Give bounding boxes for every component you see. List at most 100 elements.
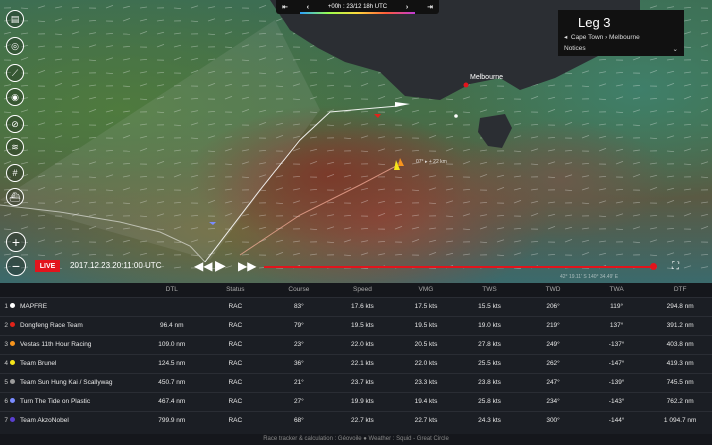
wind-arrow (173, 44, 182, 48)
wind-arrow (173, 266, 182, 269)
column-header[interactable]: TWS (457, 283, 522, 297)
wind-arrow (700, 254, 709, 256)
book-icon[interactable]: ▤ (6, 10, 24, 28)
cell-dtf: 391.2 nm (648, 315, 712, 335)
column-header[interactable]: Course (267, 283, 331, 297)
column-header[interactable]: VMG (394, 283, 458, 297)
team-name[interactable]: Team Brunel (20, 353, 140, 373)
cell-course: 27° (267, 391, 331, 411)
column-header[interactable] (20, 283, 140, 297)
cell-course: 36° (267, 353, 331, 373)
wind-arrow (683, 148, 692, 152)
column-header[interactable]: Speed (330, 283, 395, 297)
wind-arrow (122, 239, 131, 243)
melbourne-marker[interactable] (463, 82, 469, 88)
column-header[interactable]: TWA (584, 283, 649, 297)
column-header[interactable]: Status (203, 283, 268, 297)
wind-arrow (54, 83, 63, 87)
wind-arrow (462, 228, 471, 230)
team-name[interactable]: Vestas 11th Hour Racing (20, 334, 140, 354)
wind-arrow (683, 71, 692, 74)
play-icon[interactable]: ▶ (215, 257, 226, 274)
cell-twd: 219° (521, 315, 585, 335)
wind-arrow (224, 7, 233, 9)
wind-arrow (479, 174, 488, 178)
wind-arrow (479, 109, 488, 113)
table-row[interactable]: 6 Turn The Tide on Plastic 467.4 nm RAC 27° 1… (0, 391, 712, 411)
wind-arrow (71, 241, 80, 243)
team-name[interactable]: Team AkzoNobel (20, 410, 140, 430)
leg-panel[interactable]: Leg 3 ◂ Cape Town › Melbourne Notices ⌄ (558, 10, 684, 56)
ruler-icon[interactable]: ⟋ (6, 64, 24, 82)
wind-arrow (241, 226, 250, 230)
waypoint-marker[interactable] (454, 114, 458, 118)
wind-arrow (241, 32, 250, 35)
step-back-button[interactable]: ‹ (307, 4, 309, 11)
rewind-button[interactable]: ⇤ (282, 3, 288, 11)
team-name[interactable]: MAPFRE (20, 296, 140, 316)
compass-icon[interactable]: ⊘ (6, 115, 24, 133)
wind-arrow (207, 6, 216, 9)
notices-dropdown[interactable]: Notices ⌄ (564, 45, 678, 53)
grid-icon[interactable]: # (6, 164, 24, 182)
boat-dongfeng[interactable] (374, 114, 381, 118)
cell-twa: 137° (584, 315, 649, 335)
table-row[interactable]: 7 Team AkzoNobel 799.9 nm RAC 68° 22.7 kts 22.… (0, 410, 712, 430)
table-row[interactable]: 4 Team Brunel 124.5 nm RAC 36° 22.1 kts 22.0 k… (0, 353, 712, 373)
wind-arrow (530, 188, 539, 191)
wind-arrow (71, 19, 80, 22)
ship-icon[interactable]: ⛴ (6, 188, 24, 206)
wind-arrow (615, 201, 624, 204)
live-badge[interactable]: LIVE (35, 260, 60, 272)
wind-arrow (88, 59, 97, 61)
column-header[interactable]: DTF (648, 283, 712, 297)
fullscreen-icon[interactable]: ⛶ (672, 261, 684, 273)
table-row[interactable]: 5 Team Sun Hung Kai / Scallywag 450.7 nm RA… (0, 372, 712, 392)
wind-arrow (683, 31, 692, 35)
cell-twa: -144° (584, 410, 649, 430)
wind-arrow (615, 161, 624, 165)
table-row[interactable]: 3 Vestas 11th Hour Racing 109.0 nm RAC 23° 22… (0, 334, 712, 354)
cell-twd: 262° (521, 353, 585, 373)
wind-icon[interactable]: ≋ (6, 138, 24, 156)
rank-cell: 1 (0, 296, 10, 316)
team-name[interactable]: Turn The Tide on Plastic (20, 391, 140, 411)
wind-arrow (547, 201, 556, 204)
fast-forward-icon[interactable]: ▶▶ (238, 259, 256, 273)
radar-icon[interactable]: ◉ (6, 88, 24, 106)
wind-arrow (615, 111, 624, 113)
boat-mapfre[interactable] (395, 102, 410, 107)
column-header[interactable] (0, 283, 10, 297)
globe-icon[interactable]: ◎ (6, 37, 24, 55)
table-row[interactable]: 2 Dongfeng Race Team 96.4 nm RAC 79° 19.5 kts… (0, 315, 712, 335)
rewind-icon[interactable]: ◀◀ (194, 259, 212, 273)
wind-arrow (632, 202, 641, 204)
wind-arrow (394, 149, 403, 152)
boat-vestas[interactable] (398, 158, 404, 166)
column-header[interactable]: TWD (521, 283, 585, 297)
end-button[interactable]: ⇥ (427, 3, 433, 11)
forecast-time-bar[interactable]: ⇤ ‹ +00h : 23/12 18h UTC › ⇥ (276, 0, 439, 14)
wind-arrow (411, 122, 420, 126)
wind-arrow (309, 84, 318, 87)
wind-arrow (3, 228, 12, 230)
wind-arrow (88, 20, 97, 22)
zoom-out-icon[interactable]: − (6, 256, 26, 276)
playback-progress-handle[interactable] (650, 263, 657, 270)
wind-arrow (649, 57, 658, 61)
column-header[interactable] (10, 283, 20, 297)
zoom-in-icon[interactable]: + (6, 232, 26, 252)
cell-tws: 15.5 kts (457, 296, 522, 316)
team-name[interactable]: Dongfeng Race Team (20, 315, 140, 335)
team-name[interactable]: Team Sun Hung Kai / Scallywag (20, 372, 140, 392)
column-header[interactable]: DTL (140, 283, 204, 297)
cell-dtf: 762.2 nm (648, 391, 712, 411)
step-forward-button[interactable]: › (406, 4, 408, 11)
wind-arrow (207, 33, 216, 35)
team-color-cell (10, 315, 20, 335)
wind-arrow (666, 150, 675, 152)
playback-progress-bar[interactable] (264, 266, 652, 268)
wind-arrow (530, 241, 539, 243)
table-row[interactable]: 1 MAPFRE RAC 83° 17.6 kts 17.5 kts 15.5 kts 206… (0, 296, 712, 316)
wind-arrow (649, 5, 658, 9)
